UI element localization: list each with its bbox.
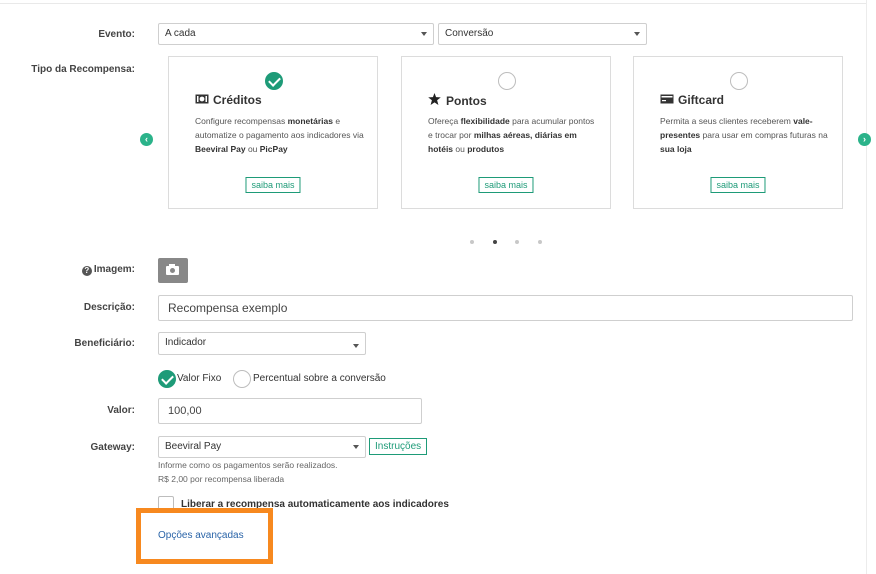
beneficiario-select[interactable]: Indicador bbox=[158, 332, 366, 355]
saiba-mais-button[interactable]: saiba mais bbox=[245, 177, 301, 193]
question-icon[interactable]: ? bbox=[81, 266, 92, 276]
right-divider bbox=[866, 0, 867, 574]
reward-card-description: Ofereça flexibilidade para acumular pont… bbox=[428, 116, 595, 154]
reward-radio-giftcard[interactable] bbox=[730, 72, 748, 90]
gateway-fee-text: R$ 2,00 por recompensa liberada bbox=[158, 474, 285, 484]
carousel-dot[interactable] bbox=[470, 240, 474, 244]
carousel-dot-active[interactable] bbox=[493, 240, 497, 244]
percentual-radio[interactable] bbox=[233, 370, 251, 388]
descricao-value: Recompensa exemplo bbox=[168, 301, 288, 315]
chevron-right-icon: › bbox=[863, 134, 866, 144]
evento-type-select[interactable]: Conversão bbox=[438, 23, 647, 45]
evento-frequency-select[interactable]: A cada bbox=[158, 23, 434, 45]
carousel-next-button[interactable]: › bbox=[858, 133, 871, 146]
instrucoes-button[interactable]: Instruções bbox=[369, 438, 428, 455]
opcoes-avancadas-link[interactable]: Opções avançadas bbox=[158, 530, 244, 541]
saiba-mais-button[interactable]: saiba mais bbox=[710, 177, 766, 193]
upload-image-button[interactable] bbox=[158, 258, 188, 283]
star-icon bbox=[428, 93, 443, 108]
gateway-select[interactable]: Beeviral Pay bbox=[158, 436, 366, 458]
reward-radio-pontos[interactable] bbox=[498, 72, 516, 90]
chevron-down-icon bbox=[353, 344, 359, 348]
carousel-prev-button[interactable]: ‹ bbox=[140, 133, 153, 146]
chevron-down-icon bbox=[353, 445, 359, 449]
giftcard-icon bbox=[660, 94, 675, 107]
gateway-value: Beeviral Pay bbox=[165, 441, 222, 452]
valor-fixo-radio[interactable] bbox=[158, 370, 176, 388]
gateway-label: Gateway: bbox=[90, 442, 135, 453]
reward-card-pontos[interactable]: Pontos Ofereça flexibilidade para acumul… bbox=[401, 56, 611, 209]
descricao-label: Descrição: bbox=[83, 302, 135, 313]
top-divider bbox=[0, 0, 866, 4]
valor-input[interactable]: 100,00 bbox=[158, 398, 422, 424]
evento-type-value: Conversão bbox=[445, 28, 494, 39]
chevron-left-icon: ‹ bbox=[145, 134, 148, 144]
evento-label: Evento: bbox=[98, 29, 135, 40]
carousel-dot[interactable] bbox=[515, 240, 519, 244]
reward-radio-creditos[interactable] bbox=[265, 72, 283, 90]
opcoes-avancadas-highlight: Opções avançadas bbox=[136, 508, 273, 564]
valor-label: Valor: bbox=[107, 405, 135, 416]
reward-card-title: Pontos bbox=[428, 93, 487, 108]
evento-frequency-value: A cada bbox=[165, 28, 196, 39]
reward-card-giftcard[interactable]: Giftcard Permita a seus clientes receber… bbox=[633, 56, 843, 209]
chevron-down-icon bbox=[634, 32, 640, 36]
reward-card-description: Permita a seus clientes receberem vale-p… bbox=[660, 116, 828, 154]
money-icon bbox=[195, 94, 210, 107]
descricao-input[interactable]: Recompensa exemplo bbox=[158, 295, 853, 321]
reward-card-title: Giftcard bbox=[660, 93, 724, 107]
reward-card-title: Créditos bbox=[195, 93, 262, 107]
tipo-recompensa-label: Tipo da Recompensa: bbox=[31, 64, 135, 75]
percentual-label[interactable]: Percentual sobre a conversão bbox=[253, 373, 386, 384]
reward-card-description: Configure recompensas monetárias e autom… bbox=[195, 116, 364, 154]
saiba-mais-button[interactable]: saiba mais bbox=[478, 177, 534, 193]
beneficiario-value: Indicador bbox=[165, 337, 207, 348]
chevron-down-icon bbox=[421, 32, 427, 36]
valor-value: 100,00 bbox=[168, 405, 202, 417]
beneficiario-label: Beneficiário: bbox=[74, 338, 135, 349]
valor-fixo-label[interactable]: Valor Fixo bbox=[177, 373, 221, 384]
imagem-label: ? Imagem: bbox=[81, 264, 135, 276]
reward-card-creditos[interactable]: Créditos Configure recompensas monetária… bbox=[168, 56, 378, 209]
carousel-dot[interactable] bbox=[538, 240, 542, 244]
gateway-help-text: Informe como os pagamentos serão realiza… bbox=[158, 460, 338, 470]
